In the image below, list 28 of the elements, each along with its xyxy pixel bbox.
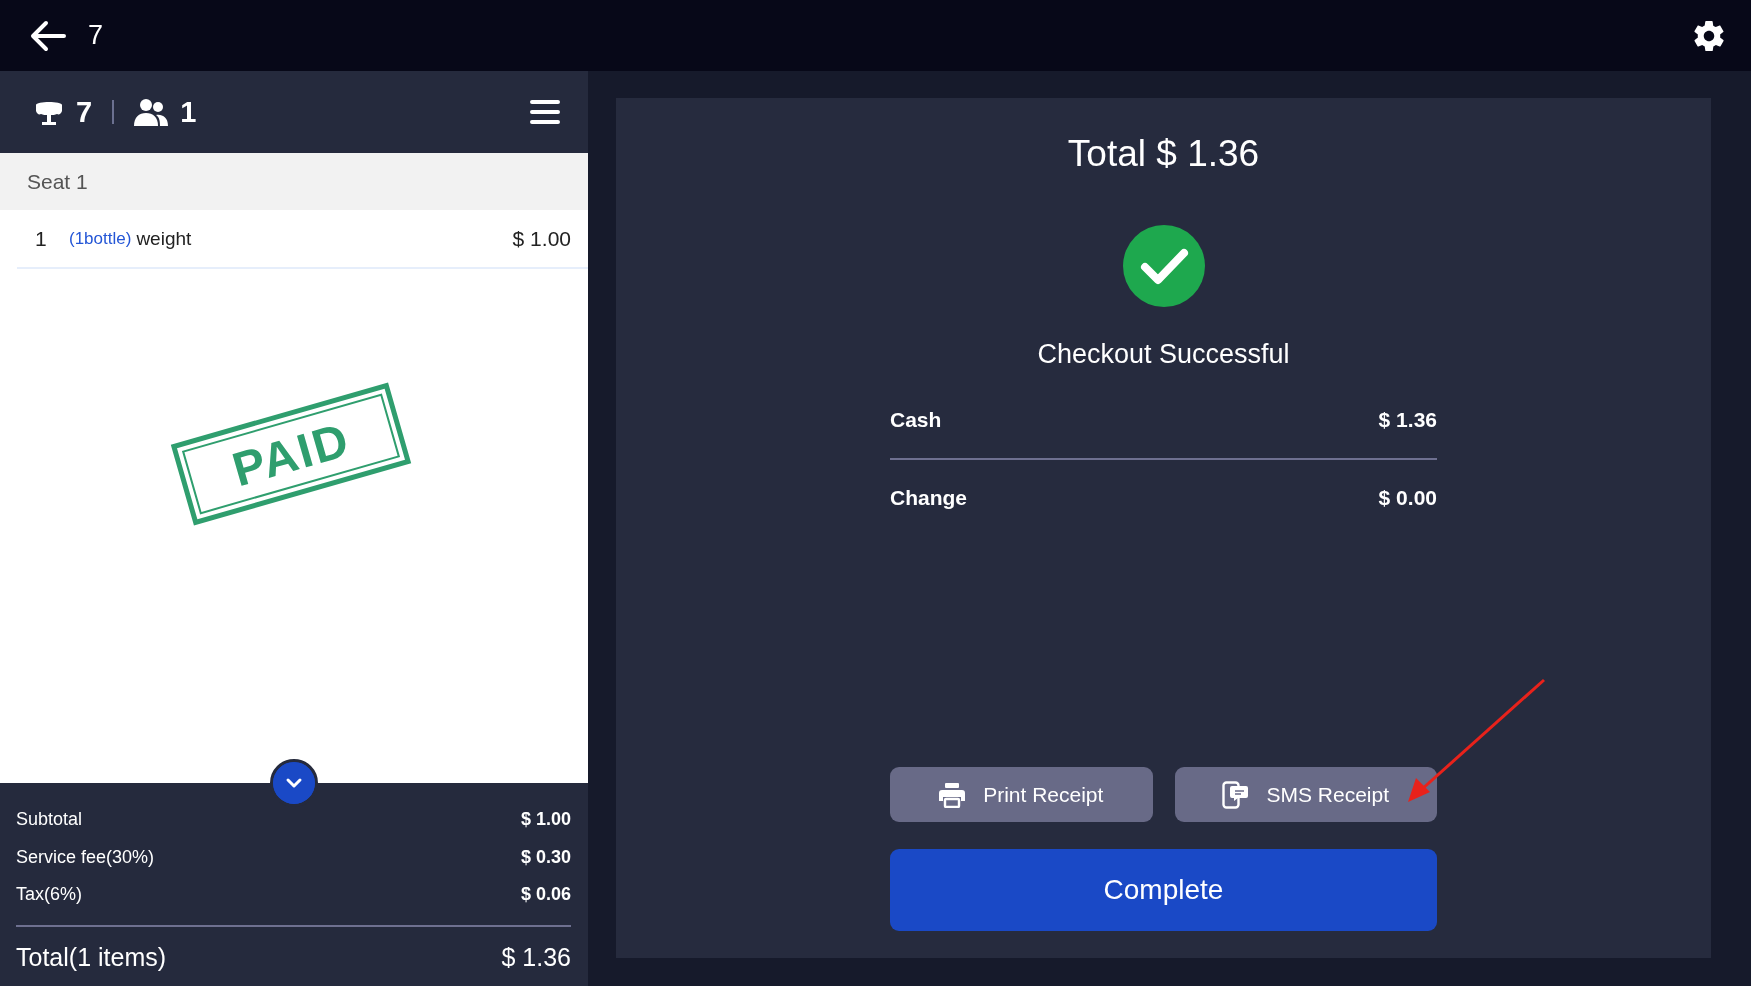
table-title: 7 (88, 20, 105, 51)
item-name: weight (136, 227, 193, 250)
summary-value: $ 0.06 (520, 884, 571, 906)
paid-stamp: PAID (170, 382, 412, 526)
table-number: 7 (76, 95, 93, 129)
total-label: Total(1 items) (16, 943, 167, 972)
summary-label: Service fee(30%) (16, 846, 155, 868)
summary-value: $ 1.00 (520, 809, 571, 831)
seat-label: Seat 1 (27, 169, 88, 194)
summary-label: Subtotal (16, 809, 83, 831)
complete-button[interactable]: Complete (890, 849, 1437, 931)
payment-label: Change (890, 486, 967, 510)
payment-label: Cash (890, 408, 942, 432)
status-message: Checkout Successful (1037, 338, 1290, 371)
checkout-total: Total $ 1.36 (1067, 132, 1260, 176)
summary-value: $ 0.30 (520, 846, 571, 868)
item-modifier: (1bottle) (69, 228, 132, 249)
guest-count: 1 (180, 95, 197, 129)
sms-receipt-button[interactable]: SMS Receipt (1174, 767, 1437, 822)
order-item-row[interactable]: 1 (1bottle) weight $ 1.00 (17, 210, 588, 269)
item-price: $ 1.00 (512, 226, 571, 251)
payment-amount: $ 0.00 (1378, 486, 1437, 510)
total-value: $ 1.36 (501, 943, 571, 972)
seat-header[interactable]: Seat 1 (0, 153, 588, 210)
item-quantity: 1 (35, 226, 48, 251)
summary-label: Tax(6%) (16, 884, 82, 906)
payment-amount: $ 1.36 (1378, 408, 1437, 432)
print-receipt-button[interactable]: Print Receipt (890, 767, 1153, 822)
